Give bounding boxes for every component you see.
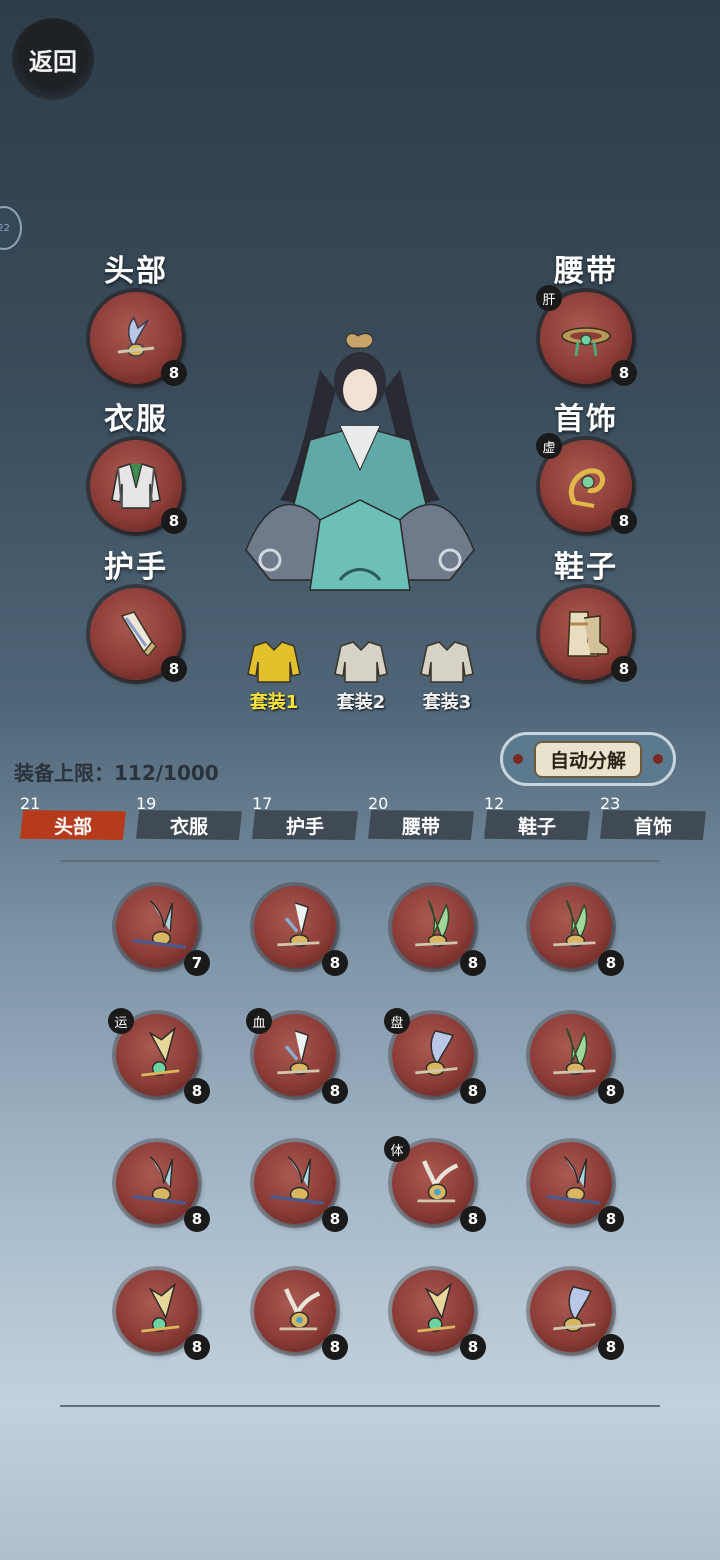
head-gear-icon	[141, 1026, 180, 1077]
head-gear-icon	[415, 900, 458, 947]
tab-category[interactable]: 头部	[20, 810, 126, 840]
equipment-capacity: 装备上限：112/1000	[14, 761, 219, 785]
back-button[interactable]: 返回	[12, 18, 94, 100]
set-button-2[interactable]: 套装2	[326, 638, 396, 714]
head-level-badge: 8	[161, 360, 187, 386]
set-robe-icon	[247, 641, 301, 683]
slot-label-shoes: 鞋子	[554, 550, 618, 585]
head-gear-icon	[279, 1288, 321, 1331]
auto-decompose-button[interactable]: 自动分解	[500, 732, 676, 786]
head-gear-icon	[141, 1282, 180, 1333]
item-attribute-tag: 血	[246, 1008, 272, 1034]
hands-level-badge: 8	[161, 656, 187, 682]
tab-category[interactable]: 护手	[252, 810, 358, 840]
slot-label-accessory: 首饰	[554, 402, 618, 437]
accessory-tag: 虚	[536, 433, 562, 459]
tab-category[interactable]: 鞋子	[484, 810, 590, 840]
auto-decompose-label: 自动分解	[533, 740, 642, 778]
head-gear-icon	[132, 1156, 186, 1205]
item-attribute-tag: 运	[108, 1008, 134, 1034]
head-gear-icon	[417, 1160, 459, 1203]
set-button-3[interactable]: 套装3	[412, 638, 482, 714]
item-level-badge: 8	[460, 1334, 486, 1360]
tab-category[interactable]: 腰带	[368, 810, 474, 840]
divider	[60, 1405, 660, 1407]
belt-tag: 肝	[536, 285, 562, 311]
bracer-icon	[120, 611, 157, 657]
pendant-icon	[569, 468, 605, 508]
head-gear-icon	[277, 1030, 320, 1075]
item-attribute-tag: 体	[384, 1136, 410, 1162]
item-level-badge: 7	[184, 950, 210, 976]
slot-label-head: 头部	[104, 254, 168, 289]
tab-category[interactable]: 衣服	[136, 810, 242, 840]
item-level-badge: 8	[322, 1334, 348, 1360]
shoes-level-badge: 8	[611, 656, 637, 682]
side-badge[interactable]: 22	[0, 206, 22, 250]
slot-label-clothes: 衣服	[104, 402, 168, 437]
item-level-badge: 8	[322, 950, 348, 976]
item-level-badge: 8	[460, 1078, 486, 1104]
item-level-badge: 8	[460, 950, 486, 976]
accessory-level-badge: 8	[611, 508, 637, 534]
belt-icon	[561, 327, 611, 357]
head-gear-icon	[415, 1030, 458, 1076]
head-gear-icon	[553, 1286, 596, 1332]
slot-label-belt: 腰带	[554, 254, 618, 289]
set-label-2: 套装2	[336, 692, 386, 713]
item-level-badge: 8	[184, 1206, 210, 1232]
head-gear-icon	[553, 900, 596, 947]
decor-dot-icon	[513, 754, 523, 764]
item-level-badge: 8	[598, 1206, 624, 1232]
item-level-badge: 8	[322, 1206, 348, 1232]
item-level-badge: 8	[460, 1206, 486, 1232]
set-button-1[interactable]: 套装1	[239, 638, 309, 714]
head-gear-icon	[132, 900, 186, 949]
decor-dot-icon	[653, 754, 663, 764]
tab-category[interactable]: 首饰	[600, 810, 706, 840]
robe-icon	[111, 463, 161, 509]
set-robe-icon	[420, 641, 474, 683]
clothes-level-badge: 8	[161, 508, 187, 534]
belt-level-badge: 8	[611, 360, 637, 386]
character-portrait	[245, 333, 475, 591]
item-level-badge: 8	[184, 1334, 210, 1360]
item-level-badge: 8	[598, 1078, 624, 1104]
head-gear-icon	[277, 902, 320, 947]
head-gear-icon	[553, 1028, 596, 1075]
head-gear-icon	[417, 1282, 456, 1333]
slot-label-hands: 护手	[104, 550, 168, 585]
item-level-badge: 8	[598, 1334, 624, 1360]
divider	[60, 860, 660, 862]
item-level-badge: 8	[184, 1078, 210, 1104]
head-gear-icon	[270, 1156, 324, 1205]
boots-icon	[567, 611, 609, 657]
head-gear-icon	[546, 1156, 600, 1205]
item-level-badge: 8	[322, 1078, 348, 1104]
item-attribute-tag: 盘	[384, 1008, 410, 1034]
set-label-1: 套装1	[249, 692, 299, 713]
hairpin-icon	[117, 316, 155, 357]
item-level-badge: 8	[598, 950, 624, 976]
set-robe-icon	[334, 641, 388, 683]
set-label-3: 套装3	[422, 692, 472, 713]
